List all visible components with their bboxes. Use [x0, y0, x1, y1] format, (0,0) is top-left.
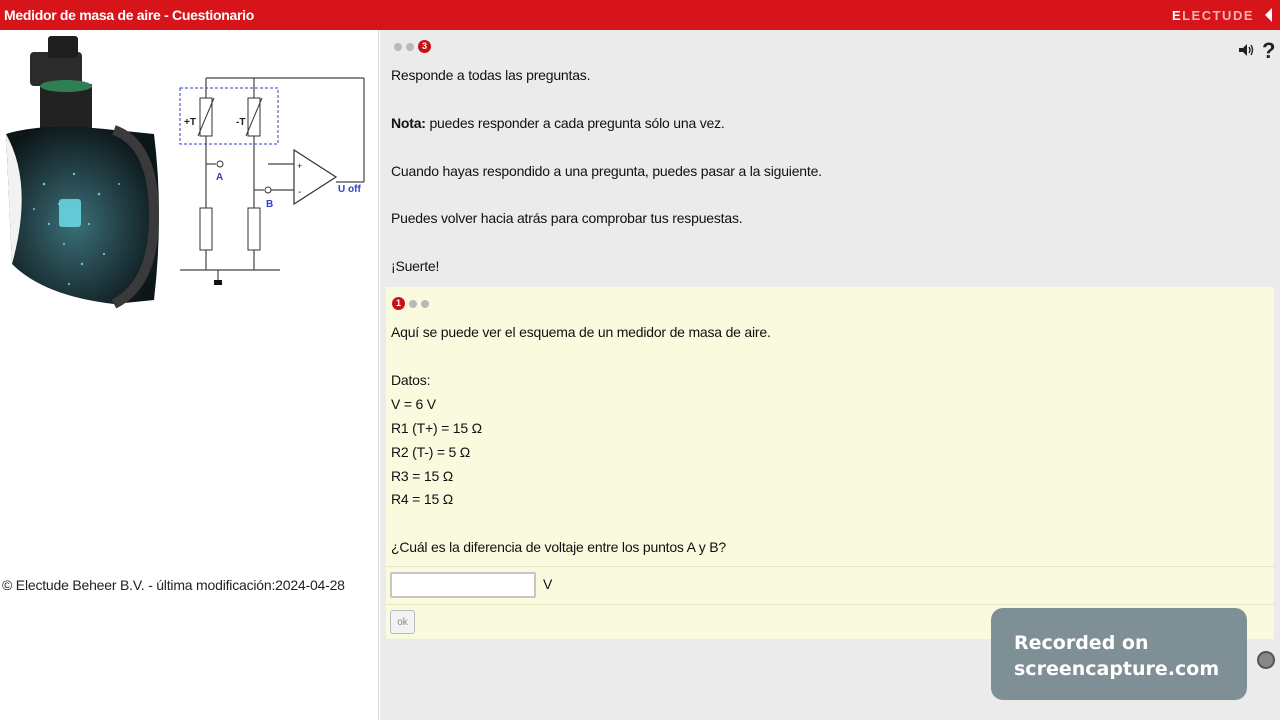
step-dot[interactable] — [406, 42, 414, 51]
point-b-label: B — [266, 199, 273, 210]
question-card: 1 Aquí se puede ver el esquema de un med… — [386, 287, 1274, 639]
question-progress-dots: 1 — [392, 297, 429, 310]
illustration-pane: +T -T A B + - U off © Electude Beheer B.… — [0, 30, 379, 720]
step-dot-active[interactable]: 1 — [392, 297, 405, 310]
back-arrow-icon[interactable] — [1265, 8, 1272, 22]
answer-unit: V — [543, 576, 553, 592]
intro-note: Nota: puedes responder a cada pregunta s… — [391, 115, 725, 131]
output-label: U off — [338, 184, 361, 195]
question-prompt: ¿Cuál es la diferencia de voltaje entre … — [391, 539, 726, 555]
opamp-minus-label: - — [298, 187, 301, 198]
answer-input[interactable] — [390, 572, 536, 598]
data-label: Datos: — [391, 372, 431, 388]
recording-watermark: Recorded on screencapture.com — [991, 608, 1247, 700]
step-dot-active[interactable]: 3 — [418, 40, 431, 53]
ok-button[interactable]: ok — [390, 610, 415, 634]
intro-line: Cuando hayas respondido a una pregunta, … — [391, 163, 822, 179]
divider — [386, 604, 1274, 605]
air-mass-meter-image — [6, 36, 160, 309]
intro-line: Responde a todas las preguntas. — [391, 67, 591, 83]
help-icon[interactable]: ? — [1262, 38, 1275, 64]
data-item: R3 = 15 Ω — [391, 468, 453, 484]
intro-line: Puedes volver hacia atrás para comprobar… — [391, 210, 743, 226]
plus-t-label: +T — [184, 117, 196, 128]
copyright-text: © Electude Beheer B.V. - última modifica… — [2, 577, 345, 593]
title-bar: Medidor de masa de aire - Cuestionario E… — [0, 0, 1280, 30]
data-item: R1 (T+) = 15 Ω — [391, 420, 482, 436]
minus-t-label: -T — [236, 117, 245, 128]
step-dot[interactable] — [394, 42, 402, 51]
step-dot[interactable] — [421, 299, 429, 308]
intro-line: ¡Suerte! — [391, 258, 440, 274]
page-title: Medidor de masa de aire - Cuestionario — [4, 7, 254, 23]
step-dot[interactable] — [409, 299, 417, 308]
data-item: R2 (T-) = 5 Ω — [391, 444, 471, 460]
speaker-icon[interactable] — [1238, 42, 1254, 58]
opamp-plus-label: + — [297, 161, 302, 171]
question-text: Aquí se puede ver el esquema de un medid… — [391, 324, 771, 340]
divider — [386, 566, 1274, 567]
circuit-schematic: +T -T A B + - U off — [179, 77, 365, 285]
brand-logo: ELECTUDE — [1171, 8, 1254, 23]
intro-progress-dots: 3 — [394, 40, 431, 53]
data-item: R4 = 15 Ω — [391, 491, 453, 507]
data-item: V = 6 V — [391, 396, 436, 412]
point-a-label: A — [216, 172, 223, 183]
chat-bubble-icon[interactable] — [1257, 651, 1275, 669]
